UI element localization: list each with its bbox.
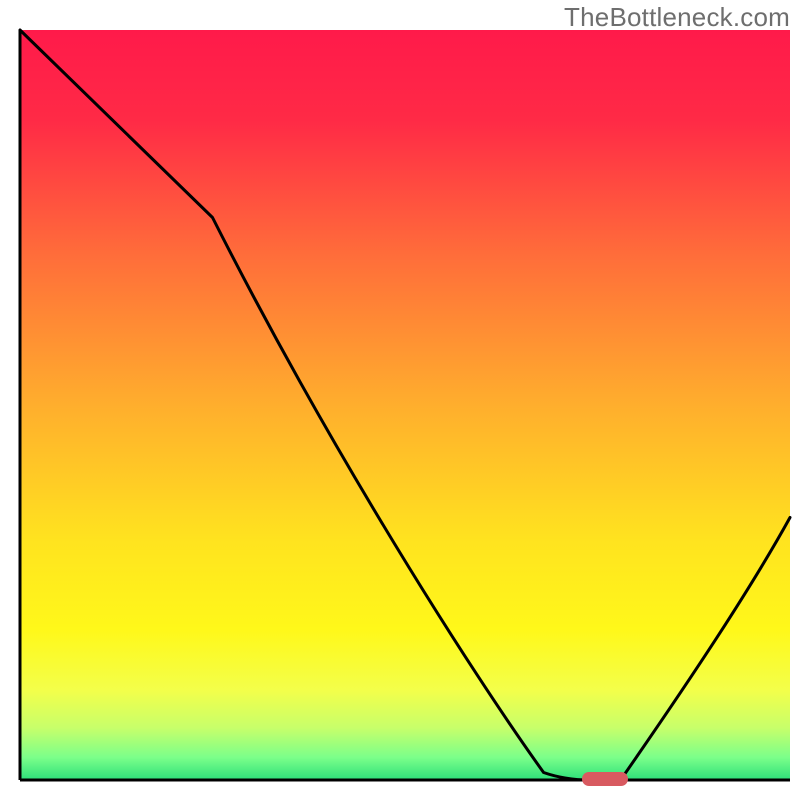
optimal-range-marker: [582, 772, 628, 786]
bottleneck-chart: [0, 0, 800, 800]
chart-stage: TheBottleneck.com: [0, 0, 800, 800]
